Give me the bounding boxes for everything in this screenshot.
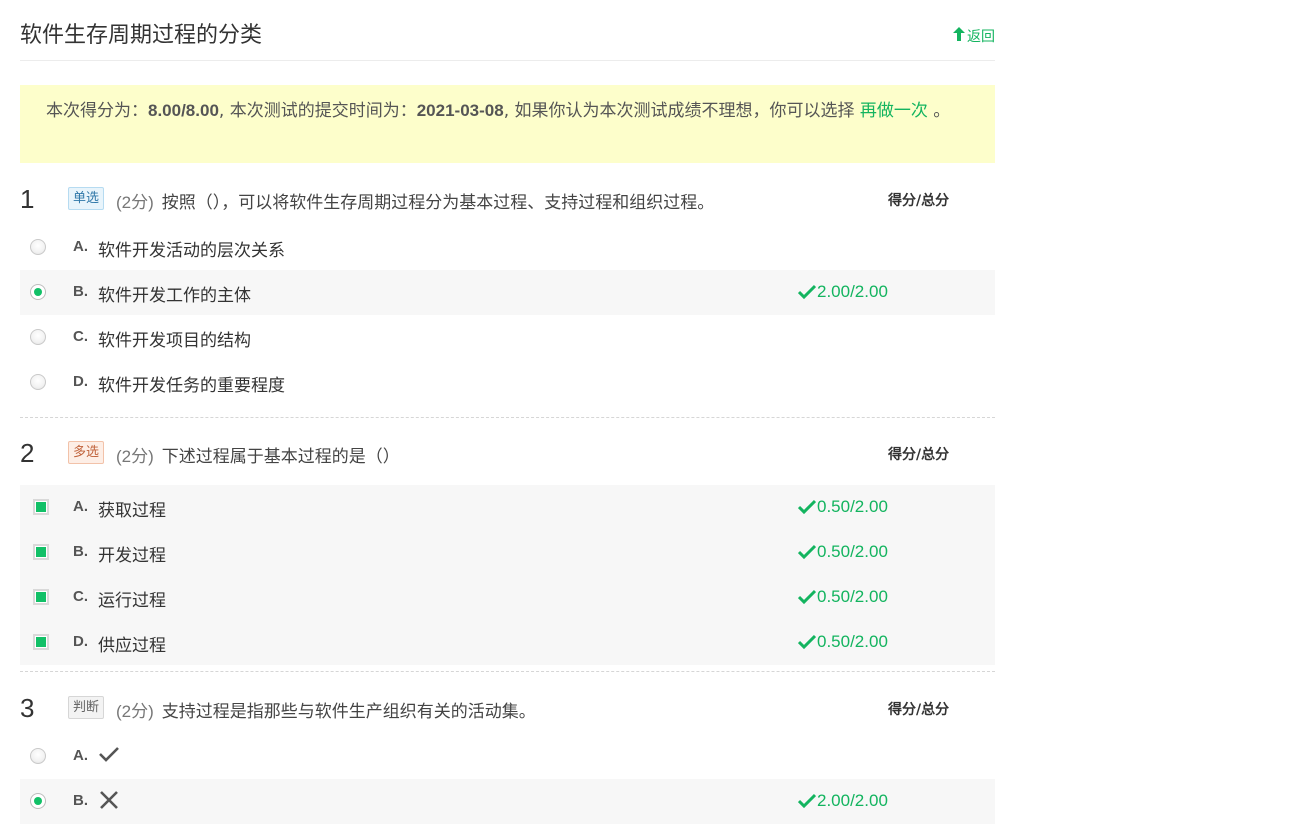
question-points: (2分) <box>116 447 154 466</box>
option-score: 2.00/2.00 <box>798 791 888 811</box>
check-icon <box>798 793 816 809</box>
question-text: (2分) 按照（），可以将软件生存周期过程分为基本过程、支持过程和组织过程。 <box>116 188 714 213</box>
banner-mid: , 本次测试的提交时间为： <box>218 101 417 121</box>
option-text: 供应过程 <box>98 636 166 656</box>
option-score-value: 0.50/2.00 <box>817 497 888 516</box>
question-stem: 支持过程是指那些与软件生产组织有关的活动集。 <box>161 702 536 722</box>
option-letter: A. <box>73 238 88 255</box>
option-score: 0.50/2.00 <box>798 497 888 517</box>
checkbox-checked[interactable] <box>33 634 49 650</box>
option-score-value: 0.50/2.00 <box>817 632 888 651</box>
option-letter: C. <box>73 588 88 605</box>
question-3: 3 判断 (2分) 支持过程是指那些与软件生产组织有关的活动集。 得分/总分 A.… <box>20 689 995 824</box>
option-text: 软件开发工作的主体 <box>98 286 251 306</box>
option-text: 获取过程 <box>98 501 166 521</box>
check-icon <box>798 499 816 515</box>
question-1: 1 单选 (2分) 按照（），可以将软件生存周期过程分为基本过程、支持过程和组织过… <box>20 180 995 405</box>
question-divider <box>20 417 995 418</box>
check-icon <box>798 589 816 605</box>
option-score-value: 0.50/2.00 <box>817 587 888 606</box>
option-letter: D. <box>73 633 88 650</box>
option-text: 软件开发任务的重要程度 <box>98 376 285 396</box>
option-score: 0.50/2.00 <box>798 542 888 562</box>
option-letter: C. <box>73 328 88 345</box>
score-header: 得分/总分 <box>888 193 950 209</box>
question-2: 2 多选 (2分) 下述过程属于基本过程的是（） 得分/总分 A. 获取过程 0.… <box>20 434 995 665</box>
check-icon <box>798 284 816 300</box>
banner-end: 。 <box>927 101 951 121</box>
radio-button[interactable] <box>30 374 46 390</box>
option-b[interactable]: B. 软件开发工作的主体 2.00/2.00 <box>20 270 995 315</box>
radio-button[interactable] <box>30 329 46 345</box>
banner-prefix: 本次得分为： <box>46 101 148 121</box>
option-a[interactable]: A. 软件开发活动的层次关系 <box>20 225 995 270</box>
option-c[interactable]: C. 软件开发项目的结构 <box>20 315 995 360</box>
question-number: 1 <box>20 184 35 214</box>
question-type-badge: 单选 <box>68 187 105 210</box>
banner-suffix: , 如果你认为本次测试成绩不理想，你可以选择 <box>503 101 860 121</box>
question-stem: 下述过程属于基本过程的是（） <box>161 447 400 467</box>
option-letter: B. <box>73 283 88 300</box>
question-divider <box>20 671 995 672</box>
page-header: 软件生存周期过程的分类 返回 <box>20 0 995 61</box>
option-letter: D. <box>73 373 88 390</box>
quiz-result-page: 软件生存周期过程的分类 返回 本次得分为：8.00/8.00, 本次测试的提交时… <box>20 0 995 824</box>
option-score-value: 2.00/2.00 <box>817 791 888 810</box>
option-b[interactable]: B. 2.00/2.00 <box>20 779 995 824</box>
question-points: (2分) <box>116 702 154 721</box>
question-number: 3 <box>20 693 35 723</box>
question-number: 2 <box>20 438 35 468</box>
back-label: 返回 <box>967 29 995 45</box>
checkbox-checked[interactable] <box>33 544 49 560</box>
option-text: 开发过程 <box>98 546 166 566</box>
arrow-up-icon <box>953 27 965 45</box>
radio-button[interactable] <box>30 239 46 255</box>
checkbox-checked[interactable] <box>33 499 49 515</box>
question-text: (2分) 下述过程属于基本过程的是（） <box>116 442 400 467</box>
redo-link[interactable]: 再做一次 <box>860 101 928 121</box>
back-button[interactable]: 返回 <box>953 26 995 46</box>
option-score-value: 0.50/2.00 <box>817 542 888 561</box>
option-text: 软件开发项目的结构 <box>98 331 251 351</box>
option-b[interactable]: B. 开发过程 0.50/2.00 <box>20 530 995 575</box>
option-d[interactable]: D. 软件开发任务的重要程度 <box>20 360 995 405</box>
total-score: 8.00/8.00 <box>148 101 219 120</box>
question-header: 3 判断 (2分) 支持过程是指那些与软件生产组织有关的活动集。 得分/总分 <box>20 689 995 734</box>
option-score: 0.50/2.00 <box>798 587 888 607</box>
submit-date: 2021-03-08 <box>416 101 504 120</box>
option-a[interactable]: A. 获取过程 0.50/2.00 <box>20 485 995 530</box>
option-text: 软件开发活动的层次关系 <box>98 241 285 261</box>
option-c[interactable]: C. 运行过程 0.50/2.00 <box>20 575 995 620</box>
option-letter: B. <box>73 792 88 809</box>
option-score: 2.00/2.00 <box>798 282 888 302</box>
question-points: (2分) <box>116 193 154 212</box>
score-header: 得分/总分 <box>888 702 950 718</box>
question-header: 1 单选 (2分) 按照（），可以将软件生存周期过程分为基本过程、支持过程和组织过… <box>20 180 995 225</box>
page-title: 软件生存周期过程的分类 <box>20 23 263 48</box>
radio-button-selected[interactable] <box>30 284 46 300</box>
option-letter: A. <box>73 747 88 764</box>
check-icon <box>798 634 816 650</box>
check-icon <box>798 544 816 560</box>
question-header: 2 多选 (2分) 下述过程属于基本过程的是（） 得分/总分 <box>20 434 995 479</box>
question-type-badge: 判断 <box>68 696 105 719</box>
option-letter: A. <box>73 498 88 515</box>
option-score-value: 2.00/2.00 <box>817 282 888 301</box>
checkbox-checked[interactable] <box>33 589 49 605</box>
question-stem: 按照（），可以将软件生存周期过程分为基本过程、支持过程和组织过程。 <box>161 193 715 213</box>
score-header: 得分/总分 <box>888 447 950 463</box>
option-text: 运行过程 <box>98 591 166 611</box>
option-score: 0.50/2.00 <box>798 632 888 652</box>
result-banner: 本次得分为：8.00/8.00, 本次测试的提交时间为：2021-03-08, … <box>20 85 995 163</box>
check-icon <box>98 745 120 765</box>
radio-button[interactable] <box>30 748 46 764</box>
radio-button-selected[interactable] <box>30 793 46 809</box>
question-text: (2分) 支持过程是指那些与软件生产组织有关的活动集。 <box>116 697 536 722</box>
option-letter: B. <box>73 543 88 560</box>
option-a[interactable]: A. <box>20 734 995 779</box>
cross-icon <box>98 790 120 810</box>
option-d[interactable]: D. 供应过程 0.50/2.00 <box>20 620 995 665</box>
question-type-badge: 多选 <box>68 441 105 464</box>
